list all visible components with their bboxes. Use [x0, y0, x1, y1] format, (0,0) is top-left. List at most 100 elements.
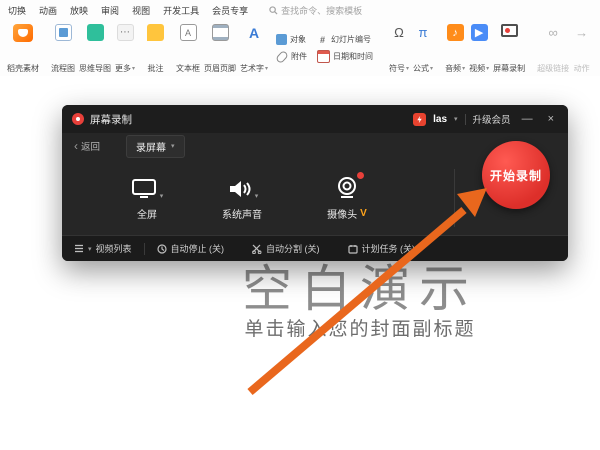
toolbar-item-label: 公式 — [413, 63, 429, 74]
toolbar-item-datetime[interactable]: 日期和时间 — [317, 50, 373, 63]
menu-tab-switch[interactable]: 切换 — [8, 4, 26, 17]
fullscreen-label: 全屏 — [137, 206, 157, 221]
auto-split-button[interactable]: 自动分割 (关) — [252, 242, 320, 255]
webcam-icon — [334, 174, 360, 200]
las-logo-text: las — [433, 114, 447, 125]
search-icon — [269, 6, 278, 15]
toolbar-item-docer-material[interactable]: 稻壳素材 — [5, 20, 41, 77]
chevron-down-icon: ▾ — [406, 66, 409, 72]
mindmap-icon — [87, 24, 104, 41]
dialog-vertical-divider — [454, 169, 455, 227]
toolbar-item-label: 稻壳素材 — [7, 63, 39, 74]
record-mode-dropdown[interactable]: 录屏幕 ▾ — [126, 135, 185, 158]
start-record-button[interactable]: 开始录制 — [482, 141, 550, 209]
toolbar-item-object[interactable]: 对象 — [276, 34, 307, 45]
upgrade-member-button[interactable]: 升级会员 — [473, 112, 511, 126]
toolbar-item-label: 流程图 — [51, 63, 75, 74]
dialog-controls-row: ▾ 全屏 ▾ 系统声音 — [62, 159, 568, 236]
toolbar-item-label: 对象 — [290, 34, 306, 45]
toolbar-item-wordart[interactable]: A 艺术字▾ — [238, 20, 270, 77]
titlebar-divider — [465, 114, 466, 125]
toolbar-group-comment: 批注 — [142, 20, 169, 77]
dialog-titlebar[interactable]: 屏幕录制 las ▾ 升级会员 — × — [62, 105, 568, 133]
toolbar-item-label: 屏幕录制 — [493, 63, 525, 74]
back-button[interactable]: ‹ 返回 — [74, 139, 100, 153]
list-icon — [74, 244, 84, 253]
camera-selector[interactable]: 摄像头 V — [302, 174, 392, 221]
clock-icon — [157, 244, 167, 254]
docer-material-icon — [13, 24, 33, 42]
calendar-icon — [348, 244, 358, 254]
toolbar-item-formula[interactable]: π 公式▾ — [411, 20, 435, 77]
chevron-down-icon: ▾ — [265, 66, 268, 72]
menu-tab-review[interactable]: 审阅 — [101, 4, 119, 17]
toolbar-item-label: 符号 — [389, 63, 405, 74]
video-list-button[interactable]: ▾ 视频列表 — [74, 242, 132, 255]
toolbar-item-more[interactable]: ⋯ 更多▾ — [113, 20, 137, 77]
schedule-task-button[interactable]: 计划任务 (关) — [348, 242, 416, 255]
chevron-down-icon: ▾ — [171, 142, 175, 150]
audio-icon: ♪ — [447, 24, 464, 41]
vip-badge-icon: V — [360, 208, 367, 219]
paperclip-icon — [275, 49, 289, 63]
menu-tab-view[interactable]: 视图 — [132, 4, 150, 17]
fullscreen-selector[interactable]: ▾ 全屏 — [112, 174, 182, 221]
toolbar-item-screen-record[interactable]: 屏幕录制 — [491, 20, 527, 77]
toolbar-group-diagram: 流程图 思维导图 ⋯ 更多▾ — [46, 20, 140, 77]
header-footer-icon — [212, 24, 229, 41]
search-placeholder: 查找命令、搜索模板 — [281, 4, 362, 17]
toolbar-item-mindmap[interactable]: 思维导图 — [77, 20, 113, 77]
back-label: 返回 — [81, 139, 100, 153]
toolbar-item-slide-number[interactable]: # 幻灯片编号 — [317, 34, 373, 45]
toolbar-item-label: 批注 — [148, 63, 164, 74]
toolbar-item-label: 超级链接 — [537, 63, 569, 74]
menu-tab-animation[interactable]: 动画 — [39, 4, 57, 17]
toolbar-group-docer: 稻壳素材 — [2, 20, 44, 77]
menu-bar: 切换 动画 放映 审阅 视图 开发工具 会员专享 查找命令、搜索模板 — [0, 0, 600, 19]
close-button[interactable]: × — [544, 114, 558, 125]
system-sound-selector[interactable]: ▾ 系统声音 — [200, 174, 284, 221]
toolbar-item-label: 视频 — [469, 63, 485, 74]
slide-number-icon: # — [317, 34, 328, 45]
minimize-button[interactable]: — — [518, 114, 537, 125]
toolbar-group-media: ♪ 音频▾ ▶ 视频▾ 屏幕录制 — [440, 20, 530, 77]
wordart-icon: A — [246, 24, 263, 41]
camera-label: 摄像头 — [327, 206, 357, 221]
dialog-titlebar-right: las ▾ 升级会员 — × — [413, 112, 558, 126]
toolbar-item-label: 更多 — [115, 63, 131, 74]
footer-item-label: 计划任务 (关) — [362, 242, 416, 255]
menu-tab-slideshow[interactable]: 放映 — [70, 4, 88, 17]
notification-badge — [357, 172, 364, 179]
toolbar-item-label: 文本框 — [176, 63, 200, 74]
menu-tab-member[interactable]: 会员专享 — [212, 4, 248, 17]
scissors-icon — [252, 244, 262, 254]
command-search[interactable]: 查找命令、搜索模板 — [269, 4, 362, 17]
chevron-down-icon: ▾ — [430, 66, 433, 72]
footer-item-label: 视频列表 — [96, 242, 132, 255]
toolbar-item-flowchart[interactable]: 流程图 — [49, 20, 77, 77]
chevron-down-icon[interactable]: ▾ — [454, 115, 458, 123]
toolbar-item-comment[interactable]: 批注 — [145, 20, 166, 77]
toolbar-item-header-footer[interactable]: 页眉页脚 — [202, 20, 238, 77]
footer-divider — [144, 243, 145, 255]
comment-icon — [147, 24, 164, 41]
more-grid-icon: ⋯ — [117, 24, 134, 41]
auto-stop-button[interactable]: 自动停止 (关) — [157, 242, 225, 255]
speaker-icon: ▾ — [226, 174, 259, 200]
screen-record-dialog: 屏幕录制 las ▾ 升级会员 — × ‹ 返回 录屏幕 ▾ — [62, 105, 568, 261]
symbol-icon: Ω — [391, 24, 408, 41]
menu-tab-devtools[interactable]: 开发工具 — [163, 4, 199, 17]
chevron-down-icon: ▾ — [462, 66, 465, 72]
toolbar-item-audio[interactable]: ♪ 音频▾ — [443, 20, 467, 77]
monitor-icon: ▾ — [131, 174, 164, 200]
toolbar-item-symbol[interactable]: Ω 符号▾ — [387, 20, 411, 77]
formula-icon: π — [415, 24, 432, 41]
video-icon: ▶ — [471, 24, 488, 41]
toolbar-item-textbox[interactable]: A 文本框 — [174, 20, 202, 77]
screen-record-icon — [501, 24, 518, 37]
action-icon: → — [573, 24, 590, 41]
toolbar-item-video[interactable]: ▶ 视频▾ — [467, 20, 491, 77]
slide-subtitle[interactable]: 单击输入您的封面副标题 — [120, 314, 600, 341]
toolbar-item-attachment[interactable]: 附件 — [276, 50, 307, 63]
toolbar-item-label: 艺术字 — [240, 63, 264, 74]
